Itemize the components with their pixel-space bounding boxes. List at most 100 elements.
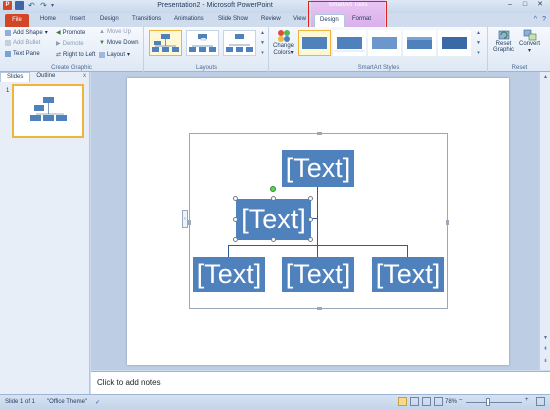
maximize-button[interactable]: □ (518, 0, 532, 10)
zoom-slider[interactable] (466, 402, 522, 403)
layout-button[interactable]: Layout ▾ (99, 51, 130, 58)
zoom-in-button[interactable]: + (525, 397, 529, 403)
tab-transitions[interactable]: Transitions (132, 16, 161, 22)
move-down-button[interactable]: ▼ Move Down (99, 40, 139, 46)
layout-name-title-org-chart[interactable] (186, 30, 219, 56)
panel-tabs: Slides Outline (0, 72, 90, 82)
slide-show-icon[interactable] (434, 397, 443, 406)
reset-graphic-icon (498, 30, 509, 40)
close-button[interactable]: ✕ (533, 0, 547, 10)
smartart-box-top[interactable]: [Text] (282, 150, 354, 187)
rotation-handle[interactable] (270, 186, 276, 192)
reading-view-icon[interactable] (422, 397, 431, 406)
tab-outline[interactable]: Outline (30, 72, 61, 82)
convert-button[interactable]: Convert ▾ (519, 29, 540, 54)
help-icon[interactable]: ? (542, 16, 546, 23)
layout-icon (99, 51, 105, 58)
demote-button[interactable]: ▶ Demote (56, 40, 84, 48)
selection-handle-tr[interactable] (308, 196, 313, 201)
connector-vertical-main (317, 187, 318, 245)
vertical-scrollbar[interactable]: ▲ ▼ ⇞ ⇟ (539, 72, 550, 370)
selection-handle-br[interactable] (308, 237, 313, 242)
normal-view-icon[interactable] (398, 397, 407, 406)
zoom-out-button[interactable]: – (459, 397, 462, 403)
dropdown-icon: ▾ (44, 30, 48, 36)
promote-button[interactable]: ◀ Promote (56, 29, 85, 37)
scroll-up-icon[interactable]: ▲ (260, 30, 265, 36)
connector-right (407, 245, 408, 257)
add-bullet-button[interactable]: Add Bullet (5, 40, 40, 46)
selection-handle-bc[interactable] (271, 237, 276, 242)
styles-gallery-scroll[interactable]: ▲ ▼ ▾ (475, 30, 482, 56)
smartart-box-bottom-right[interactable]: [Text] (372, 257, 444, 292)
tab-insert[interactable]: Insert (70, 16, 85, 22)
tab-slide-show[interactable]: Slide Show (218, 16, 248, 22)
fit-to-window-icon[interactable] (536, 397, 545, 406)
style-simple-fill[interactable] (298, 30, 331, 56)
text-pane-toggle-icon[interactable]: ‹ (182, 210, 188, 228)
scroll-down-icon[interactable]: ▼ (476, 40, 481, 46)
smartart-box-bottom-middle[interactable]: [Text] (282, 257, 354, 292)
more-icon[interactable]: ▾ (477, 50, 480, 56)
half-circle-layout-icon (226, 34, 253, 52)
frame-handle-left[interactable] (188, 220, 191, 225)
selection-handle-tc[interactable] (271, 196, 276, 201)
frame-handle-top[interactable] (317, 132, 322, 135)
smartart-box-bottom-left[interactable]: [Text] (193, 257, 265, 292)
reset-graphic-button[interactable]: Reset Graphic (493, 29, 514, 53)
tab-view[interactable]: View (293, 16, 306, 22)
tab-review[interactable]: Review (261, 16, 281, 22)
style-subtle-effect[interactable] (368, 30, 401, 56)
text-pane-button[interactable]: Text Pane (5, 51, 40, 57)
smartart-box-assistant[interactable]: [Text] (236, 199, 311, 240)
tab-smartart-format[interactable]: Format (352, 16, 371, 22)
scroll-up-icon[interactable]: ▲ (476, 30, 481, 36)
panel-close-icon[interactable]: x (83, 73, 86, 79)
slide-number: 1 (6, 88, 10, 94)
tab-design[interactable]: Design (100, 16, 119, 22)
spell-check-icon[interactable]: ✓ (95, 399, 100, 406)
right-to-left-button[interactable]: ⇄ Right to Left (56, 51, 95, 59)
minimize-ribbon-icon[interactable]: ^ (534, 16, 537, 23)
more-icon[interactable]: ▾ (261, 50, 264, 56)
create-graphic-group: Add Shape ▾ Add Bullet Text Pane ◀ Promot… (0, 27, 144, 72)
tab-file[interactable]: File (5, 14, 29, 27)
dropdown-icon: ▾ (528, 48, 532, 54)
status-bar: Slide 1 of 1 "Office Theme" ✓ 78% – + (0, 394, 550, 409)
add-shape-button[interactable]: Add Shape ▾ (5, 29, 48, 36)
tab-home[interactable]: Home (40, 16, 56, 22)
selection-handle-mr[interactable] (308, 217, 313, 222)
move-up-button[interactable]: ▲ Move Up (99, 29, 131, 35)
notes-pane[interactable]: Click to add notes (91, 371, 550, 394)
style-intense-effect[interactable] (438, 30, 471, 56)
tab-animations[interactable]: Animations (174, 16, 204, 22)
tab-slides[interactable]: Slides (0, 72, 31, 82)
selection-handle-tl[interactable] (233, 196, 238, 201)
dropdown-icon: ▾ (127, 52, 131, 58)
frame-handle-right[interactable] (446, 220, 449, 225)
right-to-left-icon: ⇄ (56, 52, 62, 58)
zoom-slider-thumb[interactable] (486, 398, 490, 406)
previous-slide-icon[interactable]: ⇞ (541, 345, 550, 354)
minimize-button[interactable]: – (503, 0, 517, 10)
scroll-down-icon[interactable]: ▼ (541, 334, 550, 343)
change-colors-button[interactable]: Change Colors▾ (273, 29, 294, 56)
add-bullet-icon (5, 40, 11, 46)
selection-handle-bl[interactable] (233, 237, 238, 242)
style-moderate-effect[interactable] (403, 30, 436, 56)
notes-placeholder: Click to add notes (97, 378, 161, 387)
name-title-layout-icon (189, 34, 216, 52)
tab-smartart-design[interactable]: Design (314, 14, 345, 27)
layout-half-circle-org-chart[interactable] (223, 30, 256, 56)
scroll-up-icon[interactable]: ▲ (541, 73, 550, 82)
slide-sorter-icon[interactable] (410, 397, 419, 406)
slide-thumbnail[interactable] (12, 84, 84, 138)
frame-handle-bottom[interactable] (317, 307, 322, 310)
layout-org-chart[interactable] (149, 30, 182, 56)
layouts-gallery-scroll[interactable]: ▲ ▼ ▾ (259, 30, 266, 56)
scroll-down-icon[interactable]: ▼ (260, 40, 265, 46)
style-white-outline[interactable] (333, 30, 366, 56)
next-slide-icon[interactable]: ⇟ (541, 357, 550, 366)
zoom-level[interactable]: 78% (445, 399, 457, 405)
selection-handle-ml[interactable] (233, 217, 238, 222)
